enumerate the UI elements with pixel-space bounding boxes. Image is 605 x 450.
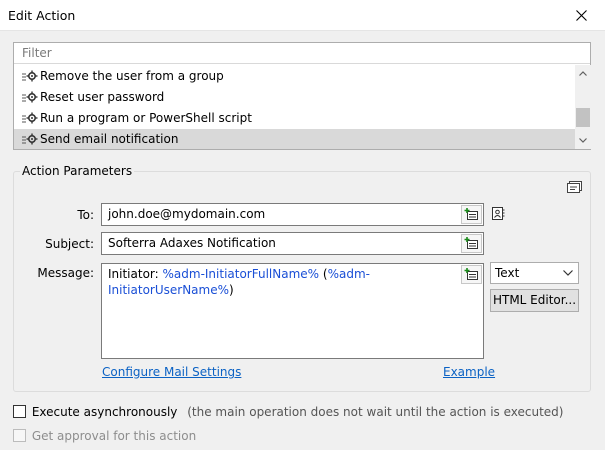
filter-input[interactable] (14, 43, 590, 64)
address-book-icon[interactable] (491, 207, 505, 221)
title-bar: Edit Action (0, 0, 605, 31)
list-item-label: Reset user password (40, 90, 165, 104)
param-tag-icon[interactable] (567, 180, 583, 194)
insert-field-icon (464, 237, 478, 249)
to-label: To: (77, 208, 94, 222)
message-prefix: Initiator: (108, 267, 163, 281)
format-dropdown[interactable]: Text (490, 262, 579, 284)
to-value: john.doe@mydomain.com (108, 207, 266, 221)
list-item-label: Send email notification (40, 132, 179, 146)
window-title: Edit Action (8, 8, 76, 23)
message-label: Message: (37, 266, 94, 280)
action-list-box: Remove the user from a group Reset user … (13, 42, 591, 150)
example-link[interactable]: Example (443, 365, 495, 379)
scroll-down-button[interactable] (575, 132, 591, 149)
approval-checkbox (13, 429, 26, 442)
chevron-down-icon (563, 270, 573, 276)
list-item-remove-from-group[interactable]: Remove the user from a group (14, 66, 575, 87)
to-field[interactable]: john.doe@mydomain.com (101, 203, 484, 226)
insert-field-icon (464, 208, 478, 220)
list-item-label: Remove the user from a group (40, 69, 224, 83)
list-item-reset-password[interactable]: Reset user password (14, 87, 575, 108)
chevron-down-icon (579, 138, 587, 143)
insert-field-button-message[interactable] (461, 265, 482, 284)
close-icon (576, 10, 587, 21)
async-checkbox[interactable] (13, 405, 26, 418)
async-option: Execute asynchronously (the main operati… (13, 405, 563, 419)
async-label[interactable]: Execute asynchronously (32, 405, 178, 419)
list-item-label: Run a program or PowerShell script (40, 111, 252, 125)
gear-icon (22, 129, 40, 149)
action-list: Remove the user from a group Reset user … (14, 65, 575, 149)
list-item-send-email[interactable]: Send email notification (14, 129, 575, 149)
insert-field-button-subject[interactable] (461, 234, 482, 253)
scroll-up-button[interactable] (575, 65, 591, 82)
message-variable-fullname: %adm-InitiatorFullName% (162, 267, 320, 281)
list-scrollbar[interactable] (575, 65, 591, 149)
list-item-run-script[interactable]: Run a program or PowerShell script (14, 108, 575, 129)
message-field[interactable]: Initiator: %adm-InitiatorFullName% (%adm… (101, 263, 484, 359)
html-editor-button[interactable]: HTML Editor... (490, 289, 579, 312)
chevron-up-icon (579, 71, 587, 76)
subject-label: Subject: (45, 237, 94, 251)
configure-mail-settings-link[interactable]: Configure Mail Settings (102, 365, 241, 379)
subject-field[interactable]: Softerra Adaxes Notification (101, 232, 484, 255)
insert-field-button-to[interactable] (461, 205, 482, 224)
approval-option: Get approval for this action (13, 429, 196, 443)
format-selected: Text (495, 266, 520, 280)
close-button[interactable] (559, 0, 605, 31)
gear-icon (22, 66, 40, 87)
message-suffix: ) (229, 283, 234, 297)
gear-icon (22, 108, 40, 129)
gear-icon (22, 87, 40, 108)
scroll-thumb[interactable] (576, 108, 590, 127)
subject-value: Softerra Adaxes Notification (108, 236, 276, 250)
insert-field-icon (464, 268, 478, 280)
message-mid: ( (319, 267, 328, 281)
async-note: (the main operation does not wait until … (187, 405, 564, 419)
approval-label: Get approval for this action (31, 429, 197, 443)
group-title: Action Parameters (20, 164, 135, 178)
